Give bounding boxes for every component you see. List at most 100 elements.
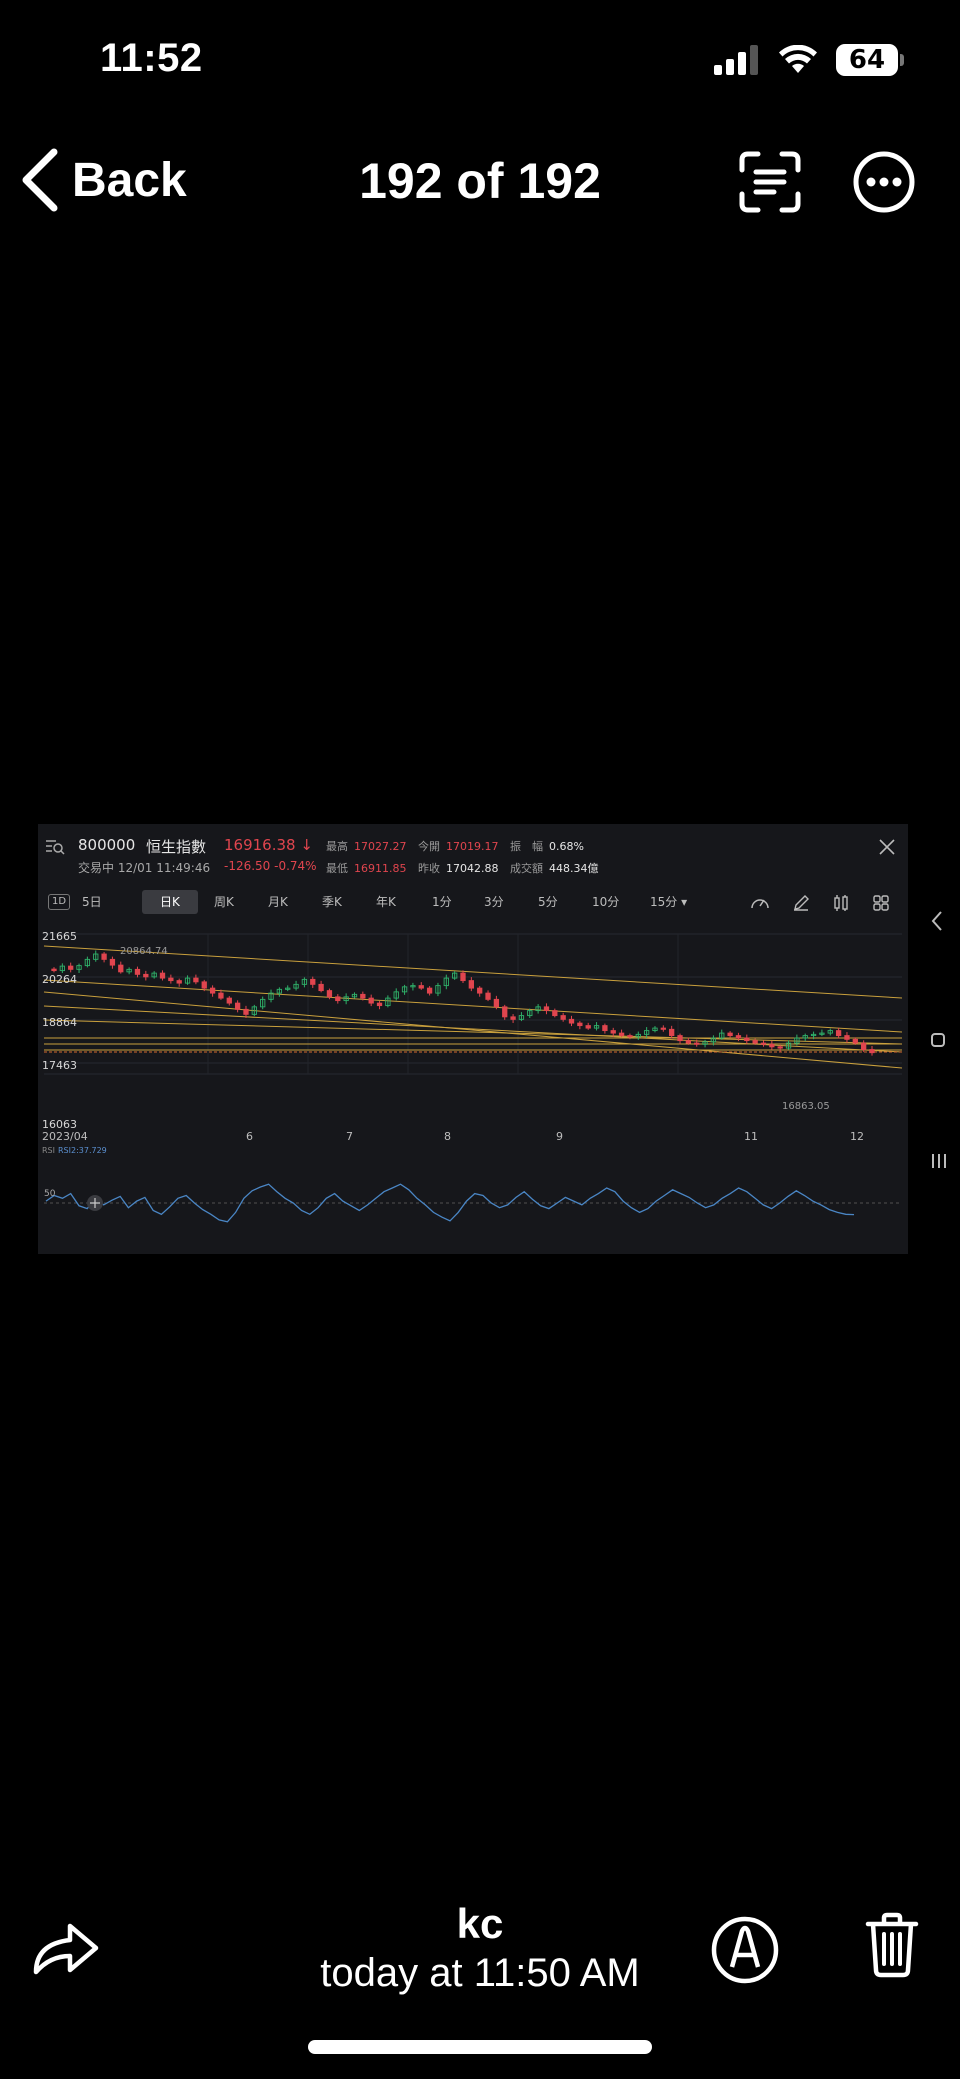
square-icon[interactable] bbox=[930, 1032, 946, 1048]
home-indicator[interactable] bbox=[308, 2040, 652, 2054]
stat-open-value: 17019.17 bbox=[446, 840, 499, 853]
y-tick-label: 18864 bbox=[42, 1016, 77, 1029]
trend-line bbox=[43, 991, 903, 1069]
candle-body bbox=[368, 997, 374, 1004]
chevron-left-small-icon[interactable] bbox=[930, 910, 944, 932]
y-tick-label: 20264 bbox=[42, 973, 77, 986]
stat-high-value: 17027.27 bbox=[354, 840, 407, 853]
candle-body bbox=[852, 1038, 858, 1044]
x-tick-label: 12 bbox=[850, 1130, 864, 1143]
x-tick-label: 11 bbox=[744, 1130, 758, 1143]
stat-turnover-value: 448.34億 bbox=[549, 862, 599, 875]
rsi-label: RSI bbox=[42, 1146, 55, 1155]
candle-body bbox=[101, 953, 107, 960]
candle-body bbox=[677, 1035, 683, 1042]
photo-image[interactable]: 800000 恒生指數 16916.38 ↓ 交易中 12/01 11:49:4… bbox=[38, 824, 908, 1254]
candle-body bbox=[618, 1032, 625, 1037]
speedometer-icon[interactable] bbox=[750, 894, 770, 916]
candle-body bbox=[510, 1016, 516, 1020]
tab-15min-dropdown[interactable]: 15分 ▾ bbox=[644, 890, 693, 914]
candle-body bbox=[669, 1028, 675, 1037]
stat-low-label: 最低 bbox=[326, 862, 348, 875]
candle-body bbox=[752, 1040, 758, 1044]
candle-body bbox=[209, 987, 216, 994]
high-annotation: 20864.74 bbox=[120, 946, 168, 957]
candle-body bbox=[310, 978, 316, 985]
live-text-button[interactable] bbox=[738, 150, 802, 219]
battery-indicator: 64 bbox=[836, 44, 904, 76]
stat-low-value: 16911.85 bbox=[354, 862, 407, 875]
tab-5min[interactable]: 5分 bbox=[532, 890, 564, 914]
candlestick-style-icon[interactable] bbox=[832, 894, 850, 916]
tab-10min[interactable]: 10分 bbox=[586, 890, 625, 914]
stock-name: 恒生指數 bbox=[146, 838, 207, 856]
candle-body bbox=[226, 997, 232, 1004]
recent-apps-icon[interactable] bbox=[930, 1152, 948, 1170]
stat-prev-close-label: 昨收 bbox=[418, 862, 440, 875]
tab-5day[interactable]: 5日 bbox=[76, 890, 108, 914]
candle-body bbox=[193, 977, 199, 983]
candle-body bbox=[585, 1025, 591, 1029]
tab-weekly-k[interactable]: 周K bbox=[208, 890, 240, 914]
candle-body bbox=[694, 1042, 700, 1045]
tab-quarterly-k[interactable]: 季K bbox=[316, 890, 348, 914]
stat-open: 今開 17019.17 bbox=[418, 838, 499, 854]
delete-button[interactable] bbox=[864, 1912, 920, 1983]
candle-body bbox=[735, 1035, 742, 1039]
photo-counter-title: 192 of 192 bbox=[359, 153, 601, 209]
x-tick-label: 9 bbox=[556, 1130, 563, 1143]
stat-turnover: 成交額 448.34億 bbox=[510, 860, 599, 876]
candle-body bbox=[118, 964, 124, 973]
candle-body bbox=[143, 973, 149, 978]
y-tick-label: 17463 bbox=[42, 1059, 77, 1072]
candle-body bbox=[460, 972, 466, 982]
tab-3min[interactable]: 3分 bbox=[478, 890, 510, 914]
candle-body bbox=[610, 1030, 616, 1034]
stat-amplitude: 振 幅 0.68% bbox=[510, 838, 584, 854]
candle-body bbox=[376, 1002, 383, 1007]
candle-body bbox=[326, 990, 333, 998]
stat-high: 最高 17027.27 bbox=[326, 838, 407, 854]
status-time: 11:52 bbox=[100, 36, 203, 80]
rsi-value: RSI2:37.729 bbox=[58, 1146, 107, 1155]
tab-1min[interactable]: 1分 bbox=[426, 890, 458, 914]
x-tick-label: 8 bbox=[444, 1130, 451, 1143]
candle-body bbox=[760, 1042, 767, 1045]
stat-amplitude-label: 振 幅 bbox=[510, 840, 543, 853]
x-tick-label: 2023/04 bbox=[42, 1130, 88, 1143]
candle-body bbox=[426, 987, 433, 994]
price-change: -126.50 -0.74% bbox=[224, 859, 317, 873]
stock-price-value: 16916.38 bbox=[224, 836, 296, 854]
stock-price: 16916.38 ↓ bbox=[224, 836, 313, 854]
tab-monthly-k[interactable]: 月K bbox=[262, 890, 294, 914]
rsi-line bbox=[45, 1183, 855, 1223]
low-annotation: 16863.05 bbox=[782, 1101, 830, 1112]
stat-amplitude-value: 0.68% bbox=[549, 840, 584, 853]
pencil-icon[interactable] bbox=[792, 894, 810, 916]
candle-body bbox=[234, 1002, 241, 1010]
candlestick-chart bbox=[43, 933, 903, 1223]
candle-body bbox=[685, 1040, 692, 1044]
stat-prev-close-value: 17042.88 bbox=[446, 862, 499, 875]
candle-body bbox=[68, 965, 74, 970]
grid-layout-icon[interactable] bbox=[872, 894, 890, 916]
trend-line bbox=[43, 1019, 903, 1045]
tab-yearly-k[interactable]: 年K bbox=[370, 890, 402, 914]
more-options-button[interactable] bbox=[852, 150, 916, 219]
tab-daily-k[interactable]: 日K bbox=[142, 890, 198, 914]
candle-body bbox=[543, 1006, 550, 1012]
stat-turnover-label: 成交額 bbox=[510, 862, 543, 875]
stock-code: 800000 bbox=[78, 836, 136, 854]
markup-button[interactable] bbox=[710, 1915, 780, 1990]
tab-1d[interactable]: 1D bbox=[48, 894, 71, 910]
trend-line bbox=[43, 945, 903, 999]
candle-body bbox=[777, 1046, 783, 1049]
y-tick-label: 21665 bbox=[42, 930, 77, 943]
candle-body bbox=[485, 992, 491, 1000]
candle-body bbox=[627, 1035, 633, 1038]
candle-body bbox=[360, 993, 366, 999]
candle-body bbox=[418, 985, 424, 989]
candle-body bbox=[844, 1035, 850, 1040]
candle-body bbox=[602, 1025, 608, 1032]
battery-level: 64 bbox=[848, 45, 886, 75]
